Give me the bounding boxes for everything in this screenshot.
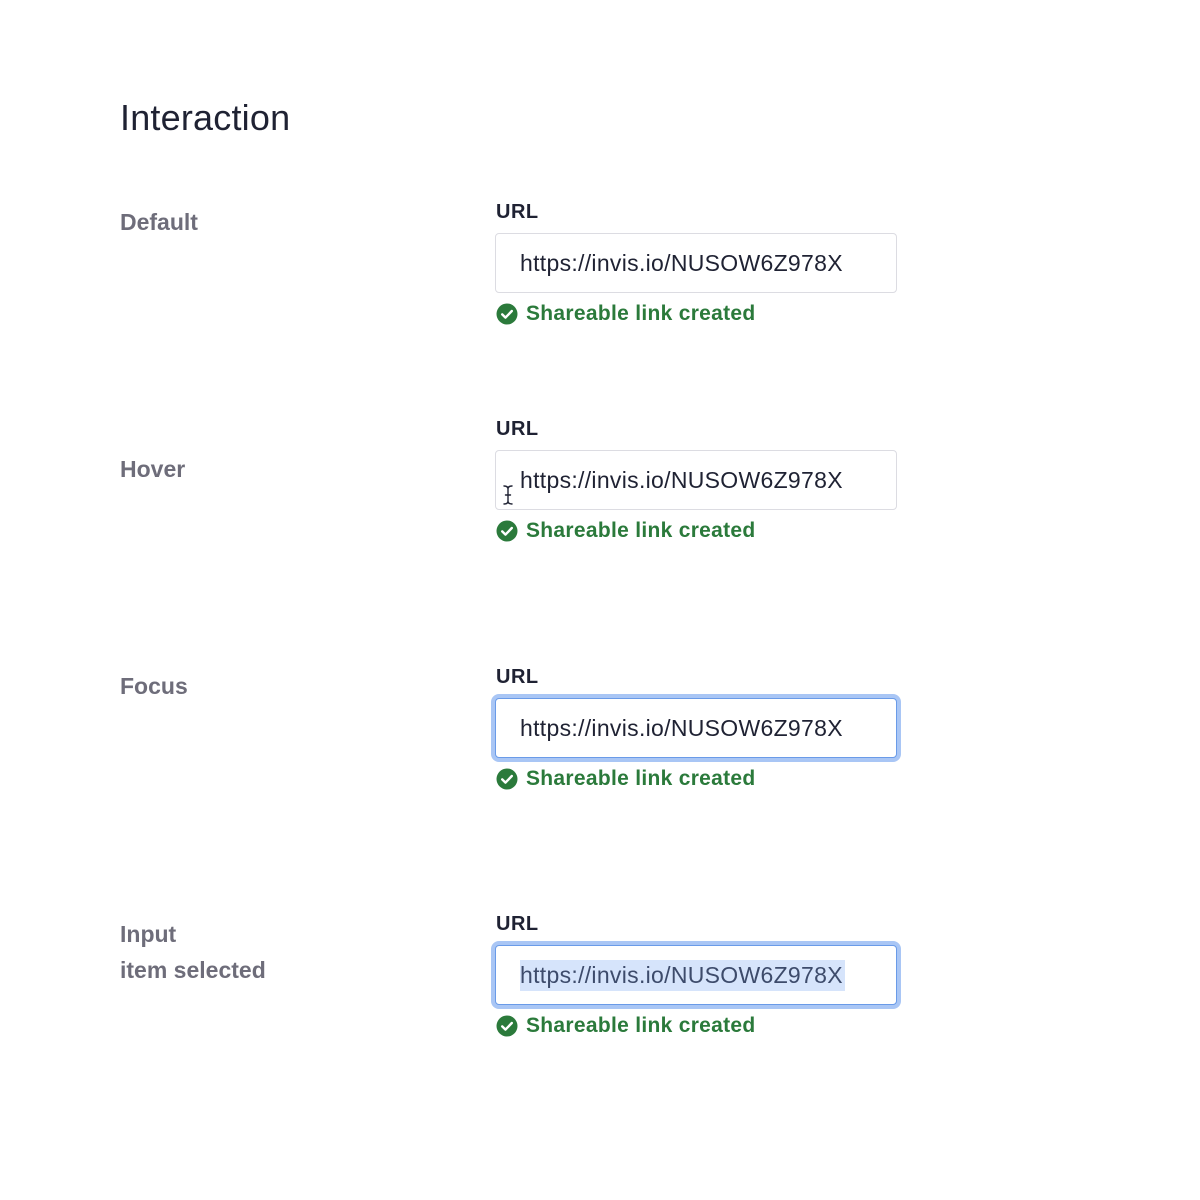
success-message-text: Shareable link created (526, 519, 756, 542)
url-field-label: URL (496, 913, 539, 935)
url-input-value-selected: https://invis.io/NUSOW6Z978X (520, 959, 845, 991)
url-input-value: https://invis.io/NUSOW6Z978X (520, 714, 843, 741)
url-field-label: URL (496, 201, 539, 223)
success-message: Shareable link created (496, 301, 756, 327)
url-input-wrapper: https://invis.io/NUSOW6Z978X (495, 450, 897, 510)
check-circle-icon (496, 520, 518, 542)
url-input-wrapper: https://invis.io/NUSOW6Z978X (495, 233, 897, 293)
url-field-label: URL (496, 418, 539, 440)
state-label-hover: Hover (120, 456, 186, 482)
url-input-wrapper: https://invis.io/NUSOW6Z978X (495, 945, 897, 1005)
success-message: Shareable link created (496, 518, 756, 544)
check-circle-icon (496, 1015, 518, 1037)
url-input-selected[interactable]: https://invis.io/NUSOW6Z978X (495, 945, 897, 1005)
success-message-text: Shareable link created (526, 302, 756, 325)
url-input-focus[interactable]: https://invis.io/NUSOW6Z978X (495, 698, 897, 758)
success-message: Shareable link created (496, 1013, 756, 1039)
url-input-default[interactable]: https://invis.io/NUSOW6Z978X (495, 233, 897, 293)
success-message: Shareable link created (496, 766, 756, 792)
state-label-item-selected: Input item selected (120, 921, 266, 983)
text-cursor-icon (503, 485, 513, 505)
page-title: Interaction (120, 97, 291, 138)
success-message-text: Shareable link created (526, 767, 756, 790)
url-field-label: URL (496, 666, 539, 688)
url-input-hover[interactable]: https://invis.io/NUSOW6Z978X (495, 450, 897, 510)
url-input-value: https://invis.io/NUSOW6Z978X (520, 466, 843, 493)
success-message-text: Shareable link created (526, 1014, 756, 1037)
state-label-default: Default (120, 209, 198, 235)
state-label-focus: Focus (120, 673, 188, 699)
url-input-wrapper: https://invis.io/NUSOW6Z978X (495, 698, 897, 758)
check-circle-icon (496, 303, 518, 325)
check-circle-icon (496, 768, 518, 790)
url-input-value: https://invis.io/NUSOW6Z978X (520, 249, 843, 276)
